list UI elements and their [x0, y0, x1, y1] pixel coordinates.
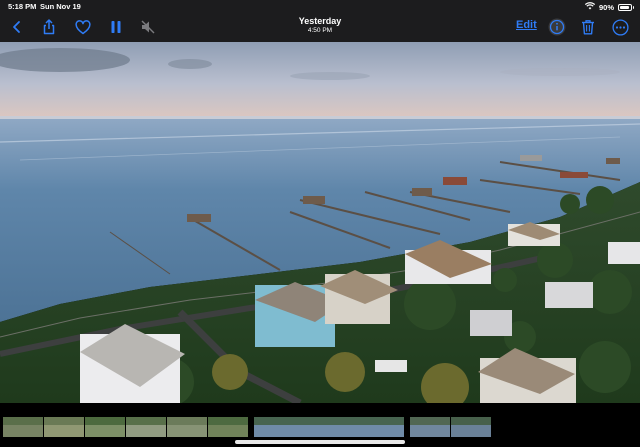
filmstrip-thumbnail[interactable] [126, 417, 166, 437]
battery-icon [618, 3, 634, 11]
filmstrip-thumbnail[interactable] [451, 417, 491, 437]
home-indicator[interactable] [235, 440, 405, 444]
photo-viewer[interactable] [0, 42, 640, 403]
filmstrip-thumbnail[interactable] [208, 417, 248, 437]
status-time: 5:18 PM [8, 2, 37, 11]
filmstrip[interactable] [0, 415, 640, 439]
battery-percent: 90% [598, 2, 614, 12]
status-bar: 5:18 PM Sun Nov 19 90% [0, 0, 640, 13]
status-date: Sun Nov 19 [40, 2, 81, 11]
edit-button[interactable]: Edit [516, 19, 537, 31]
heart-icon[interactable] [71, 15, 95, 39]
page-subtitle: 4:50 PM [307, 27, 333, 34]
photo-toolbar: Yesterday 4:50 PM Edit [0, 13, 640, 42]
pause-icon[interactable] [104, 15, 128, 39]
filmstrip-thumbnail[interactable] [85, 417, 125, 437]
filmstrip-thumbnail[interactable] [44, 417, 84, 437]
photo-date-header: Yesterday 4:50 PM [0, 16, 640, 34]
filmstrip-thumbnails[interactable] [0, 415, 640, 439]
status-right: 90% [584, 2, 634, 12]
speaker-muted-icon[interactable] [136, 15, 160, 39]
filmstrip-thumbnail-selected[interactable] [254, 417, 404, 437]
filmstrip-thumbnail[interactable] [410, 417, 450, 437]
share-icon[interactable] [37, 15, 61, 39]
trash-icon[interactable] [576, 15, 600, 39]
chevron-left-icon[interactable] [5, 15, 29, 39]
aerial-coastline-photo [0, 42, 640, 403]
info-icon[interactable] [545, 15, 569, 39]
filmstrip-thumbnail[interactable] [167, 417, 207, 437]
filmstrip-thumbnail[interactable] [3, 417, 43, 437]
ellipsis-icon[interactable] [608, 15, 632, 39]
page-title: Yesterday [298, 16, 342, 26]
wifi-icon [584, 2, 596, 12]
